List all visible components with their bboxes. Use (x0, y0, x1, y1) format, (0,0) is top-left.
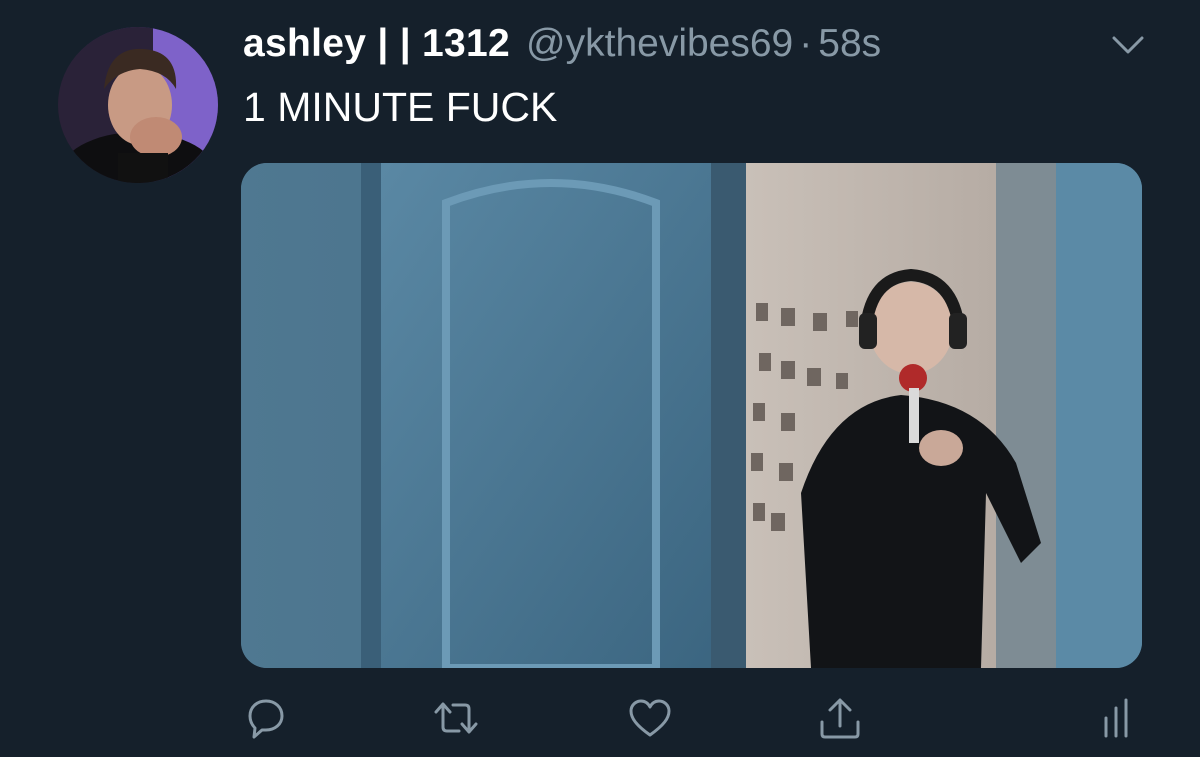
tweet-card[interactable]: ashley | | 1312 @ykthevibes69 · 58s 1 MI… (0, 0, 1200, 757)
retweet-icon[interactable] (428, 690, 484, 746)
display-name[interactable]: ashley | | 1312 (243, 22, 510, 66)
reply-icon[interactable] (238, 690, 294, 746)
avatar[interactable] (58, 27, 218, 183)
avatar-image (58, 27, 218, 183)
chevron-down-icon[interactable] (1110, 30, 1146, 60)
user-handle[interactable]: @ykthevibes69 (526, 22, 793, 66)
media-video[interactable] (241, 163, 1142, 668)
separator-dot: · (799, 22, 813, 65)
timestamp[interactable]: 58s (818, 22, 881, 66)
tweet-header: ashley | | 1312 @ykthevibes69 · 58s (243, 22, 881, 66)
share-icon[interactable] (812, 690, 868, 746)
analytics-icon[interactable] (1088, 690, 1144, 746)
tweet-text: 1 MINUTE FUCK (243, 84, 558, 130)
heart-icon[interactable] (622, 690, 678, 746)
video-frame (241, 163, 1142, 668)
tweet-actions (0, 690, 1200, 750)
